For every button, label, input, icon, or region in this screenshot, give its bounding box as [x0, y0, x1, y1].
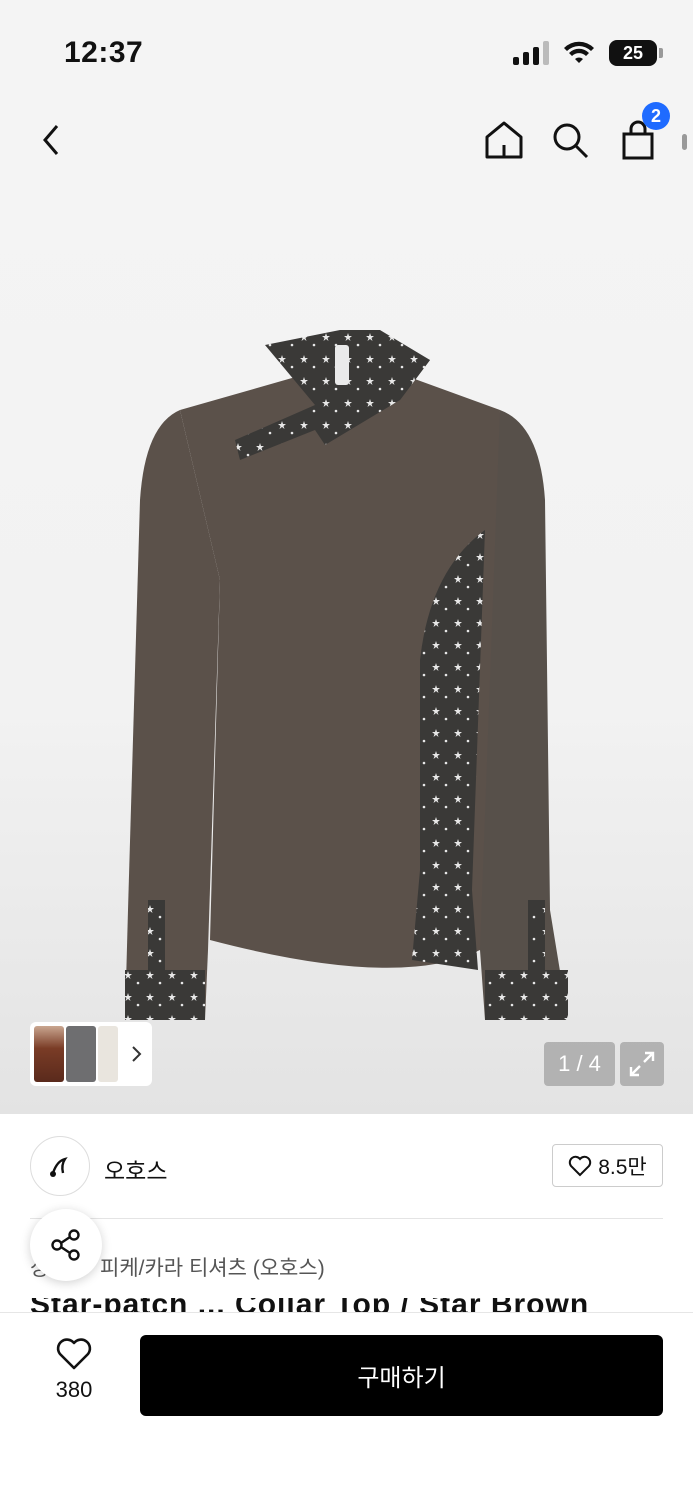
share-icon [51, 1229, 80, 1261]
product-gallery[interactable]: 2 1 / 4 [0, 100, 693, 1114]
buy-button[interactable]: 구매하기 [140, 1335, 663, 1416]
status-icons: 25 [513, 40, 663, 66]
chevron-right-icon [132, 1046, 142, 1062]
divider [30, 1218, 663, 1219]
brand-like-count: 8.5만 [598, 1155, 647, 1179]
bottom-action-bar: 380 구매하기 [0, 1312, 693, 1500]
image-pager: 1 / 4 [544, 1042, 615, 1086]
top-navigation: 2 [0, 100, 693, 190]
share-button[interactable] [30, 1209, 102, 1281]
cellular-signal-icon [513, 41, 549, 65]
battery-icon: 25 [609, 40, 663, 66]
product-image [125, 330, 568, 1020]
cart-count-badge: 2 [642, 102, 670, 130]
status-time: 12:37 [64, 36, 144, 69]
back-button[interactable] [28, 116, 76, 164]
thumbnail-ivory[interactable] [98, 1026, 118, 1082]
wishlist-count: 380 [55, 1377, 93, 1402]
home-icon [485, 121, 523, 159]
cart-button[interactable]: 2 [614, 102, 670, 164]
product-title-text: Star-patch ... Collar Top / Star Brown [30, 1298, 670, 1312]
wishlist-button[interactable]: 380 [40, 1337, 108, 1403]
wifi-icon [564, 41, 594, 63]
search-icon [553, 123, 589, 159]
heart-icon [56, 1338, 92, 1370]
search-button[interactable] [546, 116, 594, 164]
brand-name[interactable]: 오호스 [104, 1152, 167, 1186]
thumbnail-strip[interactable] [30, 1022, 152, 1086]
product-title: Star-patch ... Collar Top / Star Brown [30, 1298, 670, 1312]
expand-button[interactable] [620, 1042, 664, 1086]
product-category[interactable]: 피케/카라 티셔츠 (오호스) [100, 1252, 325, 1282]
scroll-handle[interactable] [682, 134, 687, 150]
expand-icon [629, 1051, 655, 1077]
brand-row: 오호스 8.5만 [0, 1114, 693, 1219]
status-bar: 12:37 25 [0, 0, 693, 100]
heart-icon [569, 1155, 592, 1176]
thumbnail-gray[interactable] [66, 1026, 96, 1082]
thumbnail-model[interactable] [34, 1026, 64, 1082]
brand-like-button[interactable]: 8.5만 [552, 1144, 663, 1187]
brand-logo-icon [50, 1157, 68, 1177]
brand-logo[interactable] [30, 1136, 90, 1196]
home-button[interactable] [480, 116, 528, 164]
back-icon [43, 125, 59, 155]
